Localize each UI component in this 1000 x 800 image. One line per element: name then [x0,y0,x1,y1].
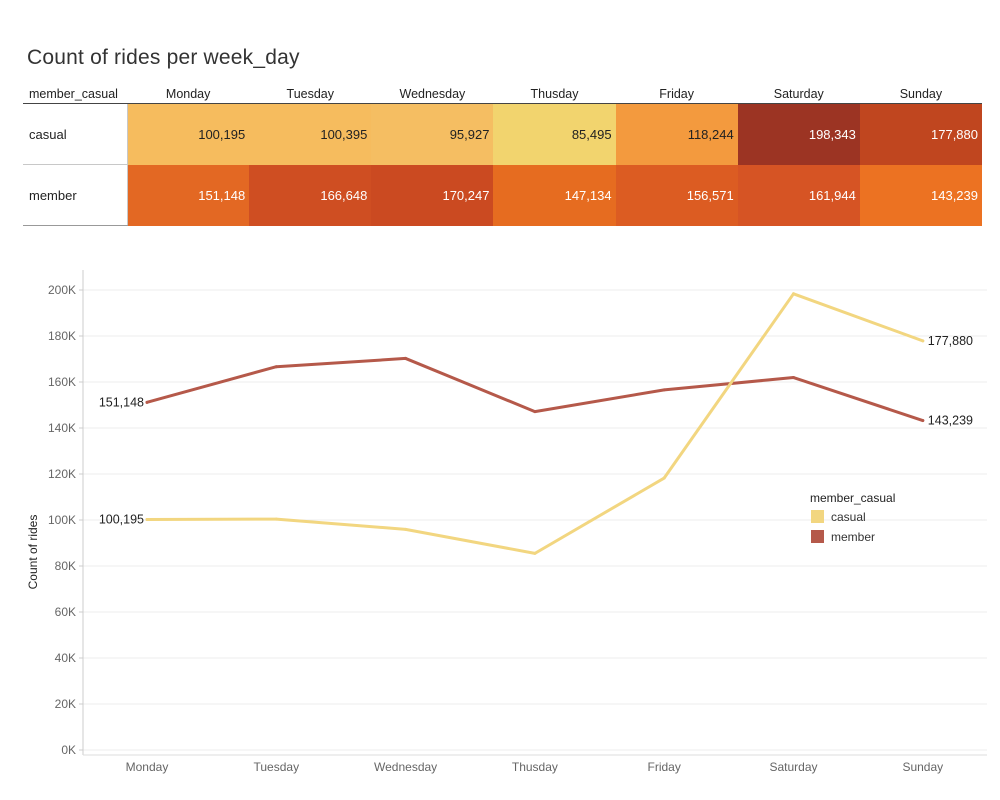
line-chart-svg: 0K 20K 40K 60K 80K 100K 120K 140K 160K 180K 200K Mo… [26,270,987,774]
data-point-member-monday [145,400,149,404]
column-header-tuesday: Tuesday [249,84,372,104]
y-tick-label: 120K [48,467,76,481]
heatmap-cell-casual-wednesday: 95,927 [371,103,494,165]
y-tick-label: 0K [61,743,76,757]
heatmap-cell-member-saturday: 161,944 [737,164,860,226]
x-tick-label: Sunday [902,760,943,774]
data-point-casual-sunday [921,339,925,343]
data-point-casual-wednesday [404,527,408,531]
y-tick-label: 160K [48,375,76,389]
data-point-member-saturday [792,376,795,380]
column-header-friday: Friday [615,84,738,104]
y-tick-label: 40K [55,651,76,665]
row-label-casual: casual [23,103,128,165]
heatmap-cell-member-tuesday: 166,648 [249,164,372,226]
data-point-casual-tuesday [274,517,278,521]
series-line-casual [145,292,925,555]
y-tick-label: 100K [48,513,76,527]
table-row-member: member 151,148 166,648 170,247 147,134 156,57… [23,164,982,226]
y-tick-label: 20K [55,697,76,711]
column-header-thusday: Thusday [493,84,616,104]
data-point-member-sunday [921,419,925,423]
y-tick-label: 180K [48,329,76,343]
heatmap-cell-member-monday: 151,148 [127,164,250,226]
row-label-member: member [23,164,128,226]
heatmap-cell-member-thusday: 147,134 [493,164,616,226]
line-chart-container: 0K 20K 40K 60K 80K 100K 120K 140K 160K 180K 200K Mo… [0,260,1000,800]
y-tick-label: 200K [48,283,76,297]
x-tick-label: Friday [648,760,681,774]
data-point-member-wednesday [404,356,408,360]
data-point-member-thusday [533,410,537,414]
heatmap-table: member_casual Monday Tuesday Wednesday Thus… [23,84,982,226]
y-tick-label: 80K [55,559,76,573]
table-header-row: member_casual Monday Tuesday Wednesday Thus… [23,84,982,104]
legend-title: member_casual [810,491,895,505]
y-axis-title: Count of rides [26,515,40,590]
table-row-casual: casual 100,195 100,395 95,927 85,495 118,244 1… [23,103,982,165]
data-point-casual-saturday [792,292,795,296]
x-tick-label: Thusday [512,760,558,774]
data-point-casual-monday [145,518,149,522]
data-label-casual-first: 100,195 [99,513,144,527]
legend-label-member: member [831,530,875,544]
heatmap-table-container: member_casual Monday Tuesday Wednesday Thus… [23,84,982,226]
data-point-casual-thusday [533,551,537,555]
heatmap-cell-member-friday: 156,571 [615,164,738,226]
legend-swatch-member [811,530,824,543]
table-body: casual 100,195 100,395 95,927 85,495 118,244 1… [23,103,982,226]
column-header-saturday: Saturday [737,84,860,104]
heatmap-cell-member-sunday: 143,239 [859,164,982,226]
data-point-member-friday [662,388,666,392]
heatmap-cell-casual-monday: 100,195 [127,103,250,165]
heatmap-cell-casual-friday: 118,244 [615,103,738,165]
chart-title: Count of rides per week_day [27,46,300,69]
y-tick-label: 60K [55,605,76,619]
legend-swatch-casual [811,510,824,523]
legend: member_casualcasual member [810,491,895,544]
y-tick-label: 140K [48,421,76,435]
column-header-wednesday: Wednesday [371,84,494,104]
column-header-sunday: Sunday [859,84,982,104]
data-point-member-tuesday [274,365,278,369]
row-header-label: member_casual [23,84,128,104]
data-label-member-first: 151,148 [99,395,144,409]
line-chart: 0K 20K 40K 60K 80K 100K 120K 140K 160K 180K 200K Mo… [0,260,1000,800]
heatmap-cell-casual-sunday: 177,880 [859,103,982,165]
x-tick-label: Saturday [769,760,817,774]
heatmap-cell-casual-saturday: 198,343 [737,103,860,165]
heatmap-cell-member-wednesday: 170,247 [371,164,494,226]
x-tick-label: Wednesday [374,760,437,774]
data-label-casual-last: 177,880 [928,334,973,348]
column-header-monday: Monday [127,84,250,104]
data-point-casual-friday [662,476,666,480]
heatmap-cell-casual-thusday: 85,495 [493,103,616,165]
x-tick-label: Tuesday [254,760,300,774]
legend-label-casual: casual [831,510,866,524]
heatmap-cell-casual-tuesday: 100,395 [249,103,372,165]
x-tick-label: Monday [126,760,169,774]
data-label-member-last: 143,239 [928,414,973,428]
